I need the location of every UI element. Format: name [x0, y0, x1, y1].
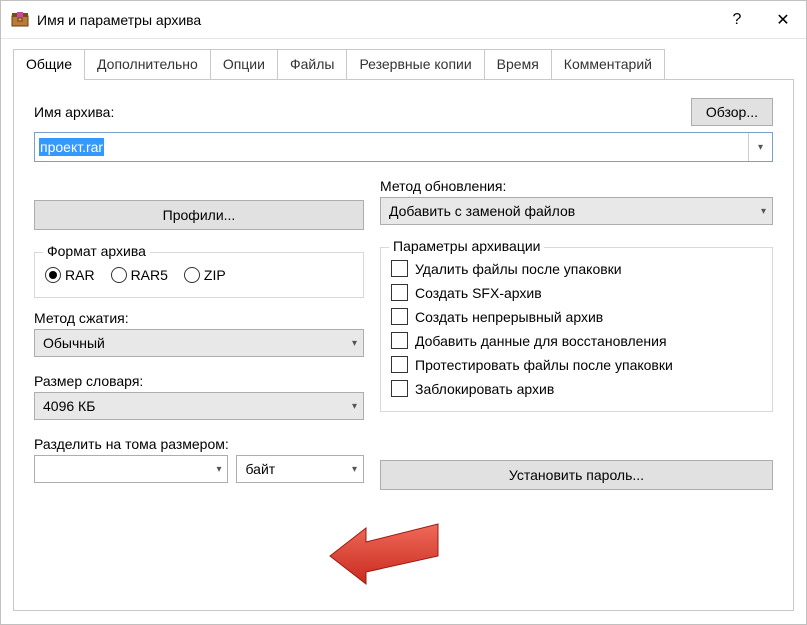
radio-icon	[111, 267, 127, 283]
check-label: Заблокировать архив	[415, 381, 554, 397]
split-size-select[interactable]: ▾	[34, 455, 228, 483]
split-unit-value: байт	[245, 461, 352, 477]
dialog-window: Имя и параметры архива ? ✕ Общие Дополни…	[0, 0, 807, 625]
check-label: Удалить файлы после упаковки	[415, 261, 622, 277]
check-solid[interactable]: Создать непрерывный архив	[391, 308, 762, 325]
check-delete-after[interactable]: Удалить файлы после упаковки	[391, 260, 762, 277]
split-label: Разделить на тома размером:	[34, 436, 364, 452]
archive-name-input[interactable]: проект.rar	[35, 133, 748, 161]
archive-name-dropdown-icon[interactable]: ▾	[748, 133, 772, 161]
check-recovery[interactable]: Добавить данные для восстановления	[391, 332, 762, 349]
radio-rar5[interactable]: RAR5	[111, 267, 168, 283]
browse-button[interactable]: Обзор...	[691, 98, 773, 126]
tab-time[interactable]: Время	[484, 49, 552, 80]
chevron-down-icon: ▾	[352, 401, 357, 412]
tab-panel-general: Имя архива: Обзор... проект.rar ▾ Профил…	[13, 79, 794, 611]
compression-select[interactable]: Обычный ▾	[34, 329, 364, 357]
set-password-button[interactable]: Установить пароль...	[380, 460, 773, 490]
compression-label: Метод сжатия:	[34, 310, 364, 326]
checkbox-icon	[391, 332, 408, 349]
compression-value: Обычный	[43, 335, 352, 351]
profiles-button[interactable]: Профили...	[34, 200, 364, 230]
radio-icon	[184, 267, 200, 283]
radio-icon	[45, 267, 61, 283]
radio-zip[interactable]: ZIP	[184, 267, 226, 283]
radio-rar[interactable]: RAR	[45, 267, 95, 283]
checkbox-icon	[391, 284, 408, 301]
checkbox-icon	[391, 380, 408, 397]
archive-name-combobox[interactable]: проект.rar ▾	[34, 132, 773, 162]
annotation-arrow-icon	[326, 506, 446, 586]
checkbox-icon	[391, 260, 408, 277]
update-method-select[interactable]: Добавить с заменой файлов ▾	[380, 197, 773, 225]
check-lock[interactable]: Заблокировать архив	[391, 380, 762, 397]
tab-backup[interactable]: Резервные копии	[346, 49, 484, 80]
check-test[interactable]: Протестировать файлы после упаковки	[391, 356, 762, 373]
chevron-down-icon: ▾	[352, 338, 357, 349]
check-sfx[interactable]: Создать SFX-архив	[391, 284, 762, 301]
tab-general[interactable]: Общие	[13, 49, 85, 80]
chevron-down-icon: ▾	[761, 206, 766, 217]
check-label: Создать SFX-архив	[415, 285, 542, 301]
format-group-legend: Формат архива	[43, 243, 150, 259]
tab-files[interactable]: Файлы	[277, 49, 347, 80]
update-method-value: Добавить с заменой файлов	[389, 203, 761, 219]
window-title: Имя и параметры архива	[37, 12, 714, 28]
titlebar: Имя и параметры архива ? ✕	[1, 1, 806, 39]
dictionary-value: 4096 КБ	[43, 398, 352, 414]
params-group-legend: Параметры архивации	[389, 238, 544, 254]
check-label: Добавить данные для восстановления	[415, 333, 667, 349]
app-icon	[11, 11, 29, 29]
close-button[interactable]: ✕	[760, 1, 806, 39]
chevron-down-icon: ▾	[352, 464, 357, 475]
checkbox-icon	[391, 356, 408, 373]
update-method-label: Метод обновления:	[380, 178, 773, 194]
radio-label: RAR5	[131, 267, 168, 283]
checkbox-icon	[391, 308, 408, 325]
tab-comment[interactable]: Комментарий	[551, 49, 665, 80]
check-label: Протестировать файлы после упаковки	[415, 357, 673, 373]
archive-name-label: Имя архива:	[34, 104, 691, 120]
dictionary-label: Размер словаря:	[34, 373, 364, 389]
split-unit-select[interactable]: байт ▾	[236, 455, 364, 483]
radio-label: RAR	[65, 267, 95, 283]
chevron-down-icon: ▾	[216, 464, 221, 475]
tab-strip: Общие Дополнительно Опции Файлы Резервны…	[1, 39, 806, 80]
help-button[interactable]: ?	[714, 1, 760, 39]
check-label: Создать непрерывный архив	[415, 309, 603, 325]
tab-options[interactable]: Опции	[210, 49, 278, 80]
tab-advanced[interactable]: Дополнительно	[84, 49, 211, 80]
dictionary-select[interactable]: 4096 КБ ▾	[34, 392, 364, 420]
radio-label: ZIP	[204, 267, 226, 283]
